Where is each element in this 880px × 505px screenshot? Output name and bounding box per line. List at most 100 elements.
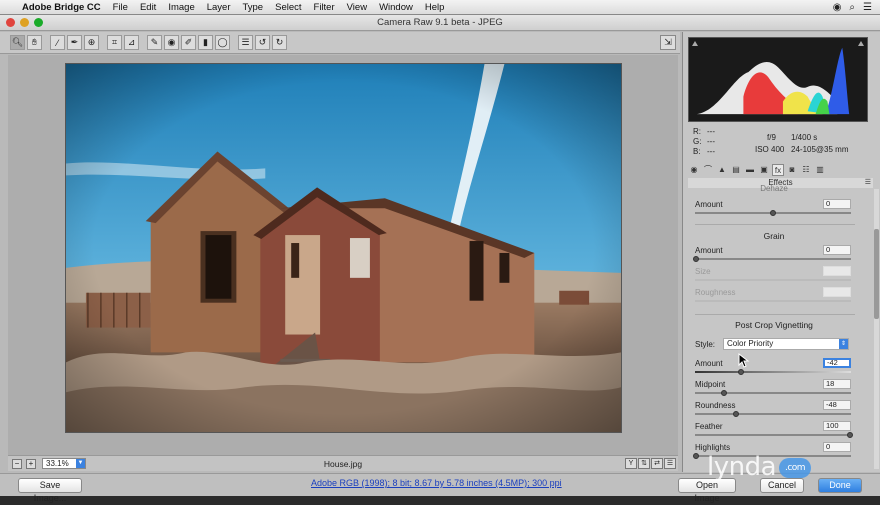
zoom-in-button[interactable]: + xyxy=(26,458,36,469)
lens-value: 24-105@35 mm xyxy=(791,145,849,154)
graduated-filter-icon[interactable]: ▮ xyxy=(198,35,213,50)
adjustment-brush-icon[interactable]: ✐ xyxy=(181,35,196,50)
tab-detail-icon[interactable]: ▲ xyxy=(716,164,728,176)
rotate-cw-icon[interactable]: ↻ xyxy=(272,35,287,50)
radial-filter-icon[interactable]: ◯ xyxy=(215,35,230,50)
vignette-feather-label: Feather xyxy=(695,422,723,431)
grain-roughness-slider xyxy=(695,300,851,302)
grain-header: Grain xyxy=(763,231,785,241)
tab-presets-icon[interactable]: ☷ xyxy=(800,164,812,176)
dehaze-amount-field[interactable]: 0 xyxy=(823,199,851,209)
menu-help[interactable]: Help xyxy=(425,2,445,13)
search-icon[interactable]: ⌕ xyxy=(849,2,855,13)
grain-size-label: Size xyxy=(695,267,711,276)
grain-amount-handle[interactable] xyxy=(693,256,699,262)
menu-filter[interactable]: Filter xyxy=(314,2,335,13)
grain-roughness-label: Roughness xyxy=(695,288,736,297)
minimize-window-button[interactable] xyxy=(20,18,29,27)
vignette-style-label: Style: xyxy=(695,340,716,349)
creative-cloud-icon[interactable]: ◉ xyxy=(833,2,842,13)
vignette-amount-handle[interactable] xyxy=(738,369,744,375)
vignette-feather-handle[interactable] xyxy=(847,432,853,438)
menu-app[interactable]: Adobe Bridge CC xyxy=(22,2,101,13)
vignette-feather-slider[interactable] xyxy=(695,434,851,436)
image-preview-area[interactable] xyxy=(8,55,678,455)
menu-select[interactable]: Select xyxy=(275,2,301,13)
tab-camera-calibration-icon[interactable]: ◙ xyxy=(786,164,798,176)
vignette-roundness-field[interactable]: -48 xyxy=(823,400,851,410)
dehaze-header: Dehaze xyxy=(760,184,788,193)
tab-snapshots-icon[interactable]: ▥ xyxy=(814,164,826,176)
zoom-out-button[interactable]: − xyxy=(12,458,22,469)
red-eye-icon[interactable]: ◉ xyxy=(164,35,179,50)
shadow-clipping-warning-icon[interactable] xyxy=(692,41,698,46)
menu-layer[interactable]: Layer xyxy=(207,2,231,13)
tab-effects-icon[interactable]: fx xyxy=(772,164,784,176)
panel-tabs: ◉ ⌒ ▲ ▤ ▬ ▣ fx ◙ ☷ ▥ xyxy=(688,163,873,177)
grain-size-field xyxy=(823,266,851,276)
dehaze-amount-handle[interactable] xyxy=(770,210,776,216)
window-title: Camera Raw 9.1 beta - JPEG xyxy=(377,17,503,28)
rgb-g-value: --- xyxy=(707,137,715,146)
menu-view[interactable]: View xyxy=(347,2,367,13)
swap-settings-icon[interactable]: ⇅ xyxy=(638,458,650,469)
notifications-icon[interactable]: ☰ xyxy=(863,2,872,13)
vignette-amount-field[interactable]: -42 xyxy=(823,358,851,368)
zoom-icon[interactable]: 🔍︎ xyxy=(10,35,25,50)
fullscreen-toggle-icon[interactable]: ⇲ xyxy=(660,35,676,50)
done-button[interactable]: Done xyxy=(818,478,862,493)
straighten-icon[interactable]: ⊿ xyxy=(124,35,139,50)
panel-scrollbar[interactable] xyxy=(874,189,879,469)
mouse-pointer-icon xyxy=(738,352,750,368)
image-info: R: --- G: --- B: --- f/9 1/400 s ISO 400 24-1… xyxy=(693,127,849,156)
before-after-toggle-icon[interactable]: Y xyxy=(625,458,637,469)
hand-icon[interactable]: ✋︎ xyxy=(27,35,42,50)
preview-status-bar: − + 33.1% ▼ House.jpg Y ⇅ ⇄ ☰ xyxy=(8,455,678,471)
vignette-midpoint-field[interactable]: 18 xyxy=(823,379,851,389)
save-image-button[interactable]: Save Image... xyxy=(18,478,82,503)
close-window-button[interactable] xyxy=(6,18,15,27)
grain-amount-field[interactable]: 0 xyxy=(823,245,851,255)
tab-basic-icon[interactable]: ◉ xyxy=(688,164,700,176)
menu-window[interactable]: Window xyxy=(379,2,413,13)
menu-edit[interactable]: Edit xyxy=(140,2,156,13)
adjustment-panel: R: --- G: --- B: --- f/9 1/400 s ISO 400 24-1… xyxy=(682,32,880,472)
rotate-ccw-icon[interactable]: ↺ xyxy=(255,35,270,50)
zoom-window-button[interactable] xyxy=(34,18,43,27)
vignette-roundness-slider[interactable] xyxy=(695,413,851,415)
preferences-icon[interactable]: ☰ xyxy=(238,35,253,50)
vignette-amount-slider[interactable] xyxy=(695,371,851,373)
dehaze-amount-label: Amount xyxy=(695,200,723,209)
workflow-options-link[interactable]: Adobe RGB (1998); 8 bit; 8.67 by 5.78 in… xyxy=(311,478,562,488)
white-balance-icon[interactable]: ⁄ xyxy=(50,35,65,50)
zoom-level-select[interactable]: 33.1% ▼ xyxy=(42,458,86,469)
tab-tone-curve-icon[interactable]: ⌒ xyxy=(702,164,714,176)
spot-removal-icon[interactable]: ✎ xyxy=(147,35,162,50)
menu-type[interactable]: Type xyxy=(243,2,264,13)
copy-settings-icon[interactable]: ⇄ xyxy=(651,458,663,469)
photo-preview xyxy=(65,63,622,433)
panel-menu-icon[interactable]: ☰ xyxy=(865,178,871,188)
color-sampler-icon[interactable]: ✒ xyxy=(67,35,82,50)
vignette-header: Post Crop Vignetting xyxy=(735,320,813,330)
grain-size-slider xyxy=(695,279,851,281)
tab-hsl-icon[interactable]: ▤ xyxy=(730,164,742,176)
menu-image[interactable]: Image xyxy=(168,2,194,13)
vignette-highlights-field[interactable]: 0 xyxy=(823,442,851,452)
menu-file[interactable]: File xyxy=(113,2,128,13)
crop-icon[interactable]: ⌗ xyxy=(107,35,122,50)
vignette-midpoint-slider[interactable] xyxy=(695,392,851,394)
vignette-feather-field[interactable]: 100 xyxy=(823,421,851,431)
highlight-clipping-warning-icon[interactable] xyxy=(858,41,864,46)
vignette-style-select[interactable]: Color Priority ⇕ xyxy=(723,338,849,350)
tab-lens-corrections-icon[interactable]: ▣ xyxy=(758,164,770,176)
toggle-settings-icon[interactable]: ☰ xyxy=(664,458,676,469)
tab-split-toning-icon[interactable]: ▬ xyxy=(744,164,756,176)
vignette-highlights-handle[interactable] xyxy=(693,453,699,459)
vignette-midpoint-label: Midpoint xyxy=(695,380,726,389)
vignette-midpoint-handle[interactable] xyxy=(721,390,727,396)
vignette-roundness-handle[interactable] xyxy=(733,411,739,417)
grain-amount-slider[interactable] xyxy=(695,258,851,260)
target-adjust-icon[interactable]: ⊕ xyxy=(84,35,99,50)
rgb-b-value: --- xyxy=(707,147,715,156)
